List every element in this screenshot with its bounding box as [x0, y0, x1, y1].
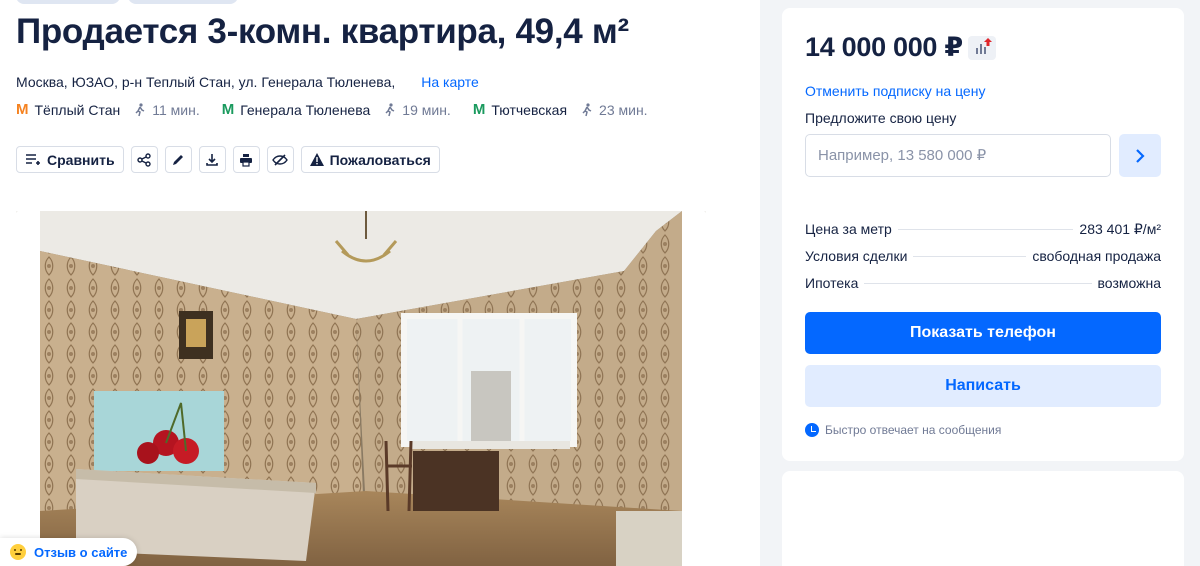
room-photo	[16, 211, 706, 566]
download-icon	[206, 153, 218, 166]
fact-label: Цена за метр	[805, 221, 892, 237]
listing-toolbar: Сравнить Пожаловаться	[16, 146, 440, 173]
fast-reply-text: Быстро отвечает на сообщения	[825, 423, 1002, 437]
walk-time: 11 мин.	[134, 102, 200, 118]
metro-name: Генерала Тюленева	[240, 101, 371, 118]
walk-icon	[582, 102, 592, 116]
fact-row: Ипотека возможна	[805, 275, 1161, 302]
tag[interactable]	[128, 0, 238, 4]
fact-value: 283 401 ₽/м²	[1079, 221, 1161, 237]
metro-icon: M	[472, 101, 486, 118]
compare-icon	[26, 153, 40, 165]
offer-label: Предложите свою цену	[805, 110, 957, 126]
compare-label: Сравнить	[47, 151, 115, 168]
walk-time: 23 мин.	[581, 102, 648, 118]
share-button[interactable]	[130, 146, 158, 173]
offer-price-input[interactable]	[805, 134, 1111, 177]
metro-item[interactable]: M Тёплый Стан 11 мин.	[16, 101, 200, 118]
warning-icon	[309, 153, 324, 166]
top-tags	[16, 0, 238, 4]
fact-row: Цена за метр 283 401 ₽/м²	[805, 221, 1161, 248]
fact-label: Ипотека	[805, 275, 859, 291]
walk-time: 19 мин.	[384, 102, 451, 118]
metro-name: Тёплый Стан	[34, 101, 121, 118]
metro-icon: M	[16, 101, 29, 118]
edit-button[interactable]	[164, 146, 192, 173]
site-feedback-button[interactable]: Отзыв о сайте	[0, 538, 138, 566]
fact-value: возможна	[1097, 275, 1161, 291]
fast-reply-note: Быстро отвечает на сообщения	[805, 423, 1001, 437]
chevron-right-icon	[1136, 148, 1145, 163]
fact-label: Условия сделки	[805, 248, 908, 264]
hide-icon	[272, 153, 288, 166]
unsubscribe-link[interactable]: Отменить подписку на цену	[805, 83, 985, 99]
show-phone-button[interactable]: Показать телефон	[805, 312, 1161, 354]
price-facts: Цена за метр 283 401 ₽/м² Условия сделки…	[805, 221, 1161, 302]
complain-label: Пожаловаться	[329, 151, 431, 168]
walk-minutes: 11 мин.	[152, 101, 200, 118]
chart-icon	[976, 38, 992, 54]
fact-value: свободная продажа	[1032, 248, 1161, 264]
walk-icon	[135, 102, 145, 116]
secondary-card	[782, 471, 1184, 566]
hide-button[interactable]	[266, 146, 294, 173]
metro-name: Тютчевская	[491, 101, 568, 118]
price: 14 000 000 ₽	[805, 32, 963, 62]
tag[interactable]	[16, 0, 120, 4]
fact-row: Условия сделки свободная продажа	[805, 248, 1161, 275]
clock-icon	[805, 423, 819, 437]
download-button[interactable]	[198, 146, 226, 173]
address-line: Москва, ЮЗАО, р-н Теплый Стан, ул. Генер…	[16, 74, 479, 90]
metro-item[interactable]: M Тютчевская 23 мин.	[473, 101, 648, 118]
offer-submit-button[interactable]	[1119, 134, 1161, 177]
edit-icon	[173, 154, 184, 165]
write-message-button[interactable]: Написать	[805, 365, 1161, 407]
smile-icon	[10, 544, 26, 560]
price-history-button[interactable]	[968, 36, 996, 60]
fact-divider	[897, 229, 1074, 230]
print-icon	[240, 153, 253, 167]
price-card: 14 000 000 ₽ Отменить подписку на цену П…	[782, 8, 1184, 461]
walk-icon	[385, 102, 395, 116]
share-icon	[137, 152, 151, 167]
listing-photo[interactable]	[16, 211, 706, 566]
fact-divider	[864, 283, 1092, 284]
feedback-label: Отзыв о сайте	[34, 544, 128, 560]
walk-minutes: 19 мин.	[402, 101, 451, 118]
page-title: Продается 3-комн. квартира, 49,4 м²	[16, 12, 629, 51]
metro-list: M Тёплый Стан 11 мин. M Генерала Тюленев…	[16, 101, 648, 118]
complain-button[interactable]: Пожаловаться	[300, 146, 440, 173]
fact-divider	[913, 256, 1027, 257]
compare-button[interactable]: Сравнить	[16, 146, 124, 173]
metro-item[interactable]: M Генерала Тюленева 19 мин.	[222, 101, 451, 118]
address-text: Москва, ЮЗАО, р-н Теплый Стан, ул. Генер…	[16, 74, 396, 90]
walk-minutes: 23 мин.	[599, 101, 648, 118]
main-content: Продается 3-комн. квартира, 49,4 м² Моск…	[0, 0, 760, 566]
metro-icon: M	[221, 101, 235, 118]
map-link[interactable]: На карте	[421, 74, 479, 90]
print-button[interactable]	[232, 146, 260, 173]
